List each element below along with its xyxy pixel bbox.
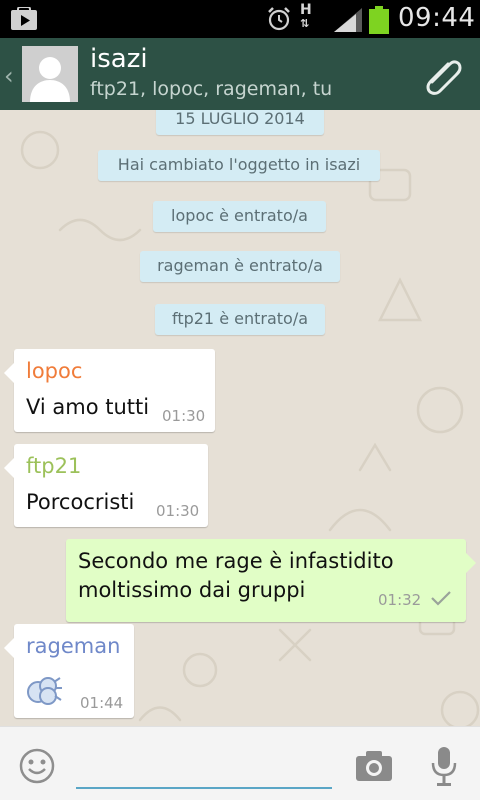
avatar-icon <box>22 46 78 102</box>
message-text: Vi amo tutti <box>26 395 150 419</box>
message-text-line: Secondo me rage è infastidito <box>78 549 394 573</box>
message-sender: lopoc <box>26 359 83 383</box>
alarm-icon <box>268 7 290 31</box>
emoji-icon[interactable] <box>18 747 56 785</box>
message-bubble-incoming[interactable]: ftp21 Porcocristi 01:30 <box>4 444 208 527</box>
message-bubble-incoming[interactable]: lopoc Vi amo tutti 01:30 <box>4 349 215 432</box>
back-chevron-icon[interactable]: ‹ <box>4 62 14 90</box>
message-time: 01:44 <box>80 694 124 712</box>
play-store-icon <box>11 7 37 30</box>
camera-icon[interactable] <box>354 749 394 783</box>
fart-cloud-emoji-icon <box>27 677 62 705</box>
paperclip-icon[interactable] <box>420 52 466 98</box>
system-message: ftp21 è entrato/a <box>155 304 325 335</box>
compose-bar <box>0 726 480 800</box>
message-text-line: moltissimo dai gruppi <box>78 578 306 602</box>
bubble-tail <box>4 458 14 478</box>
message-time: 01:30 <box>162 407 206 425</box>
chat-header[interactable]: ‹ isazi ftp21, lopoc, rageman, tu <box>0 38 480 110</box>
message-list[interactable]: 15 LUGLIO 2014 Hai cambiato l'oggetto in… <box>0 110 480 726</box>
system-message: rageman è entrato/a <box>140 251 340 282</box>
bubble-tail <box>4 638 14 658</box>
data-arrows-icon: ⇅ <box>300 17 310 30</box>
message-input[interactable] <box>76 745 332 789</box>
message-sender: ftp21 <box>26 454 82 478</box>
system-message: Hai cambiato l'oggetto in isazi <box>98 150 380 181</box>
message-sender: rageman <box>26 634 121 658</box>
bubble-tail <box>4 363 14 383</box>
network-type-indicator: H ⇅ <box>300 2 312 30</box>
message-bubble-outgoing[interactable]: Secondo me rage è infastidito moltissimo… <box>66 539 476 622</box>
battery-icon <box>369 6 389 34</box>
clock: 09:44 <box>398 3 476 33</box>
message-time: 01:30 <box>156 502 200 520</box>
chat-title[interactable]: isazi <box>90 44 148 74</box>
message-time: 01:32 <box>378 591 422 609</box>
check-icon <box>431 591 451 606</box>
group-avatar[interactable] <box>22 46 78 102</box>
date-divider: 15 LUGLIO 2014 <box>156 110 324 135</box>
chat-participants[interactable]: ftp21, lopoc, rageman, tu <box>90 78 332 100</box>
bubble-tail <box>466 553 476 573</box>
signal-strength-icon <box>334 8 362 32</box>
system-message: lopoc è entrato/a <box>153 201 326 232</box>
status-bar: H ⇅ 09:44 <box>0 0 480 38</box>
microphone-icon[interactable] <box>430 745 458 787</box>
message-text: Porcocristi <box>26 490 135 514</box>
message-bubble-incoming[interactable]: rageman 01:44 <box>4 624 134 718</box>
